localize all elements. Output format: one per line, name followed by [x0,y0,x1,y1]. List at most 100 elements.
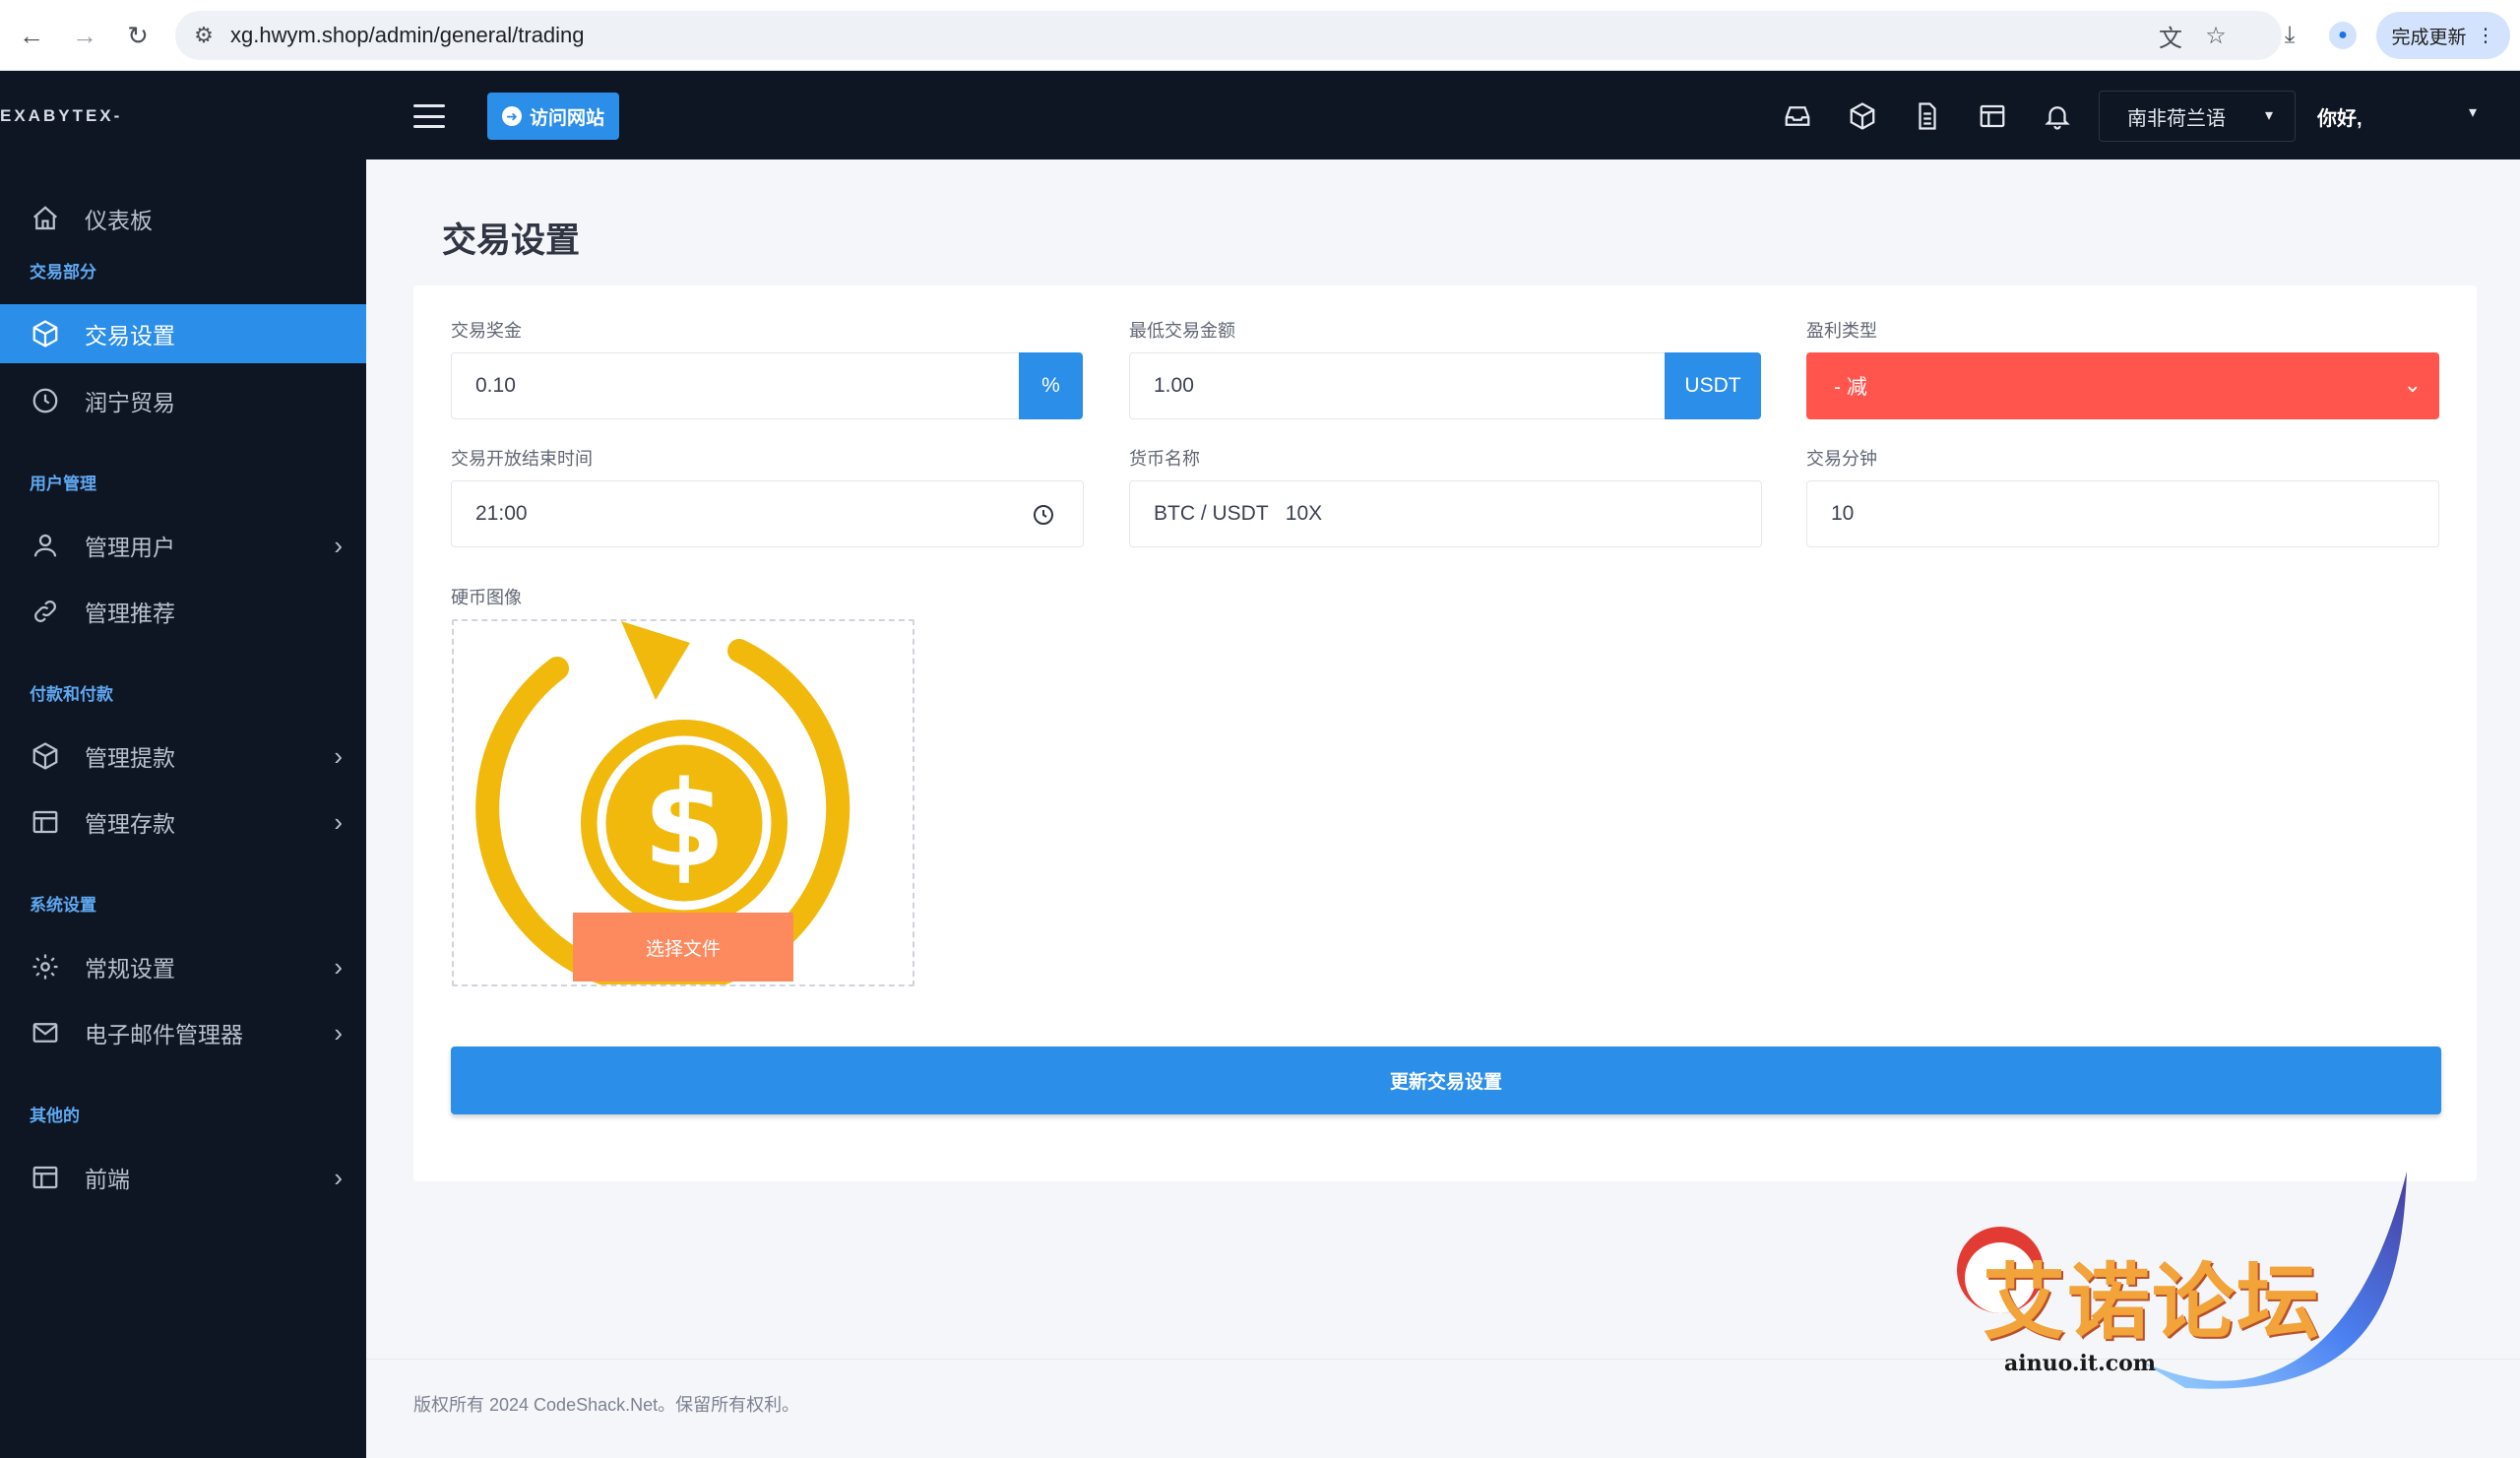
url-text[interactable]: xg.hwym.shop/admin/general/trading [230,23,585,48]
visit-site-button[interactable]: ➜ 访问网站 [487,93,619,140]
back-icon[interactable]: ← [12,16,51,55]
sidebar-item-label: 交易设置 [85,323,175,349]
top-app-bar: ➜ 访问网站 南非荷兰语 ▾ 你好, ▾ [366,71,2520,159]
percent-addon: % [1019,352,1083,419]
chevron-right-icon: › [334,740,343,771]
mail-icon [26,1013,65,1052]
profile-icon[interactable]: ● [2325,18,2361,53]
sidebar-item-label: 管理用户 [85,535,175,560]
sidebar-item-label: 管理推荐 [85,601,175,626]
profit-type-value: - 减 [1834,376,1867,399]
svg-text:$: $ [643,757,725,894]
profit-type-select[interactable]: - 减 ⌄ [1806,352,2439,419]
inbox-icon[interactable] [1780,98,1815,134]
open-close-time-input[interactable]: 21:00 [451,480,1084,547]
open-close-time-value: 21:00 [475,502,528,525]
clock-icon[interactable] [1032,503,1055,527]
language-select[interactable]: 南非荷兰语 ▾ [2099,91,2296,142]
watermark: 艾诺论坛 ainuo.it.com [1939,1162,2412,1418]
chevron-right-icon: › [334,530,343,560]
section-system: 系统设置 [30,896,96,915]
min-amount-label: 最低交易金额 [1129,321,1235,341]
clock-icon [26,381,65,420]
user-icon [26,526,65,565]
document-icon[interactable] [1910,98,1945,134]
page-title: 交易设置 [442,222,581,260]
language-label: 南非荷兰语 [2127,107,2226,130]
update-label: 完成更新 [2391,27,2467,48]
visit-site-label: 访问网站 [529,107,604,129]
site-info-icon[interactable]: ⚙ [189,21,219,50]
usdt-addon: USDT [1665,352,1761,419]
caret-down-icon: ▾ [2264,107,2273,124]
choose-file-button[interactable]: 选择文件 [573,913,793,982]
min-amount-input[interactable]: 1.00 [1129,352,1666,419]
sidebar-item-email-manager[interactable]: 电子邮件管理器 › [0,1003,366,1062]
menu-dots-icon: ⋮ [2476,25,2495,46]
sidebar-item-general-settings[interactable]: 常规设置 › [0,937,366,996]
forward-icon[interactable]: → [65,16,104,55]
sidebar-item-manage-referrals[interactable]: 管理推荐 [0,582,366,641]
coin-image-upload[interactable]: $ 选择文件 [452,619,914,986]
chevron-right-icon: › [334,951,343,982]
sidebar: EXABYTEX- 仪表板 交易部分 交易设置 润宁贸易 用户管理 管理用户 ›… [0,71,366,1458]
sidebar-item-label: 前端 [85,1167,130,1192]
sidebar-item-dashboard[interactable]: 仪表板 [0,189,366,248]
open-close-time-label: 交易开放结束时间 [451,449,593,469]
watermark-title: 艾诺论坛 [1983,1254,2322,1351]
sidebar-item-manage-withdrawals[interactable]: 管理提款 › [0,727,366,786]
menu-toggle-icon[interactable] [410,98,449,134]
chevron-right-icon: › [334,1017,343,1047]
update-button[interactable]: 完成更新 ⋮ [2376,12,2510,59]
currency-name-input[interactable]: BTC / USDT 10X [1129,480,1762,547]
cube-icon [26,314,65,353]
table-icon[interactable] [1975,98,2010,134]
chevron-down-icon: ⌄ [2403,372,2422,397]
translate-icon[interactable]: 文 [2156,21,2185,52]
sidebar-item-label: 管理提款 [85,745,175,771]
download-icon[interactable]: ⤓ [2272,18,2307,53]
footer-copyright: 版权所有 2024 CodeShack.Net。保留所有权利。 [413,1395,800,1415]
table-icon [26,802,65,842]
sidebar-item-label: 仪表板 [85,208,153,233]
sidebar-item-label: 润宁贸易 [85,390,175,415]
trade-bonus-input[interactable]: 0.10 [451,352,1020,419]
chevron-right-icon: › [334,1162,343,1192]
sidebar-item-trade-settings[interactable]: 交易设置 [0,304,366,363]
trade-minutes-label: 交易分钟 [1806,449,1877,469]
link-icon [26,592,65,631]
sidebar-item-manage-users[interactable]: 管理用户 › [0,516,366,575]
coin-image-label: 硬币图像 [451,588,522,607]
sidebar-item-running-trade[interactable]: 润宁贸易 [0,371,366,430]
section-trade: 交易部分 [30,263,96,282]
gear-icon [26,947,65,986]
address-bar[interactable]: ⚙ xg.hwym.shop/admin/general/trading 文 ☆ [175,11,2282,60]
watermark-site: ainuo.it.com [2004,1351,2157,1376]
chevron-right-icon: › [334,806,343,837]
sidebar-item-label: 电子邮件管理器 [85,1022,243,1047]
bell-icon[interactable] [2040,98,2075,134]
browser-toolbar: ← → ↻ ⚙ xg.hwym.shop/admin/general/tradi… [0,0,2520,71]
sidebar-item-label: 常规设置 [85,956,175,982]
sidebar-item-manage-deposits[interactable]: 管理存款 › [0,792,366,852]
globe-icon: ➜ [501,106,522,126]
trade-bonus-label: 交易奖金 [451,321,522,341]
cube-icon [26,736,65,776]
reload-icon[interactable]: ↻ [118,16,158,55]
bookmark-star-icon[interactable]: ☆ [2201,21,2231,50]
update-trade-settings-button[interactable]: 更新交易设置 [451,1046,2441,1114]
cube-icon[interactable] [1845,98,1880,134]
layout-icon [26,1158,65,1197]
section-other: 其他的 [30,1107,80,1125]
section-users: 用户管理 [30,475,96,493]
sidebar-item-label: 管理存款 [85,811,175,837]
currency-name-label: 货币名称 [1129,449,1200,469]
brand-logo[interactable]: EXABYTEX- [0,106,122,126]
profit-type-label: 盈利类型 [1806,321,1877,341]
user-greeting[interactable]: 你好, [2317,102,2362,131]
trade-minutes-input[interactable]: 10 [1806,480,2439,547]
home-icon [26,199,65,238]
sidebar-item-frontend[interactable]: 前端 › [0,1148,366,1207]
section-payments: 付款和付款 [30,685,113,704]
user-menu-caret-icon[interactable]: ▾ [2469,102,2477,122]
